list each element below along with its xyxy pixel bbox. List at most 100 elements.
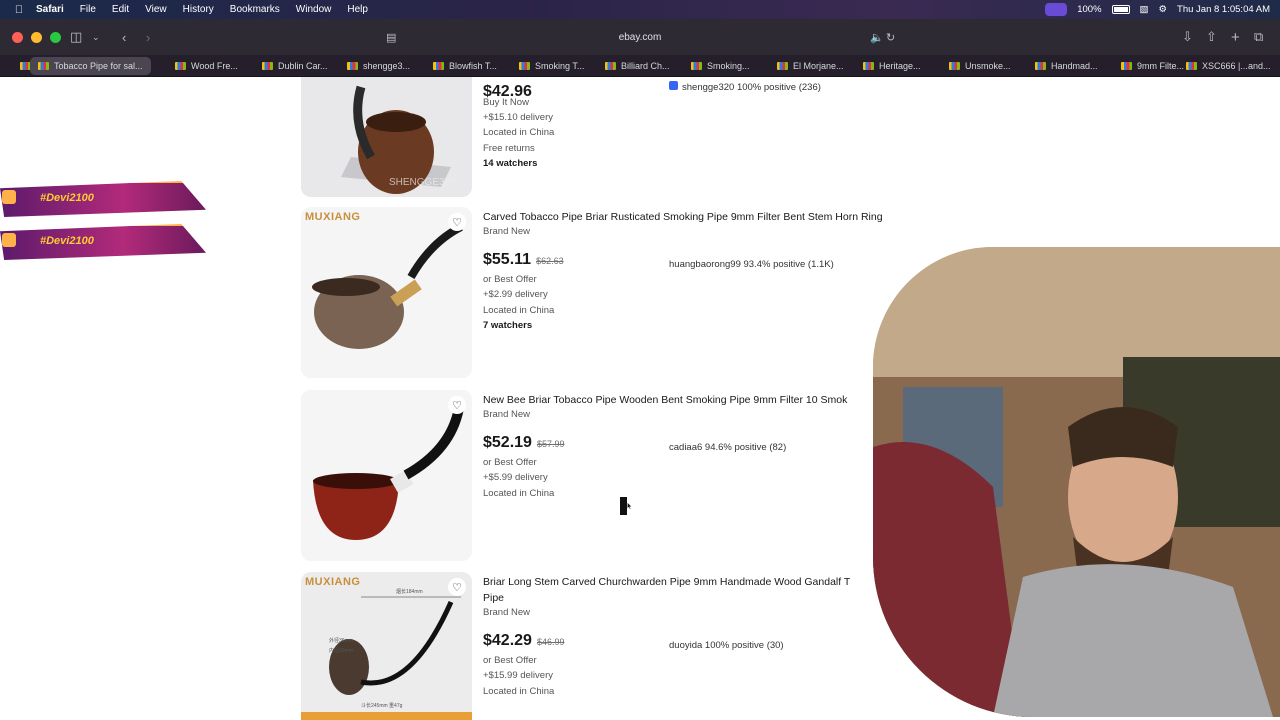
banner-handle: #Devi2100 [40, 192, 94, 204]
close-window-button[interactable] [12, 31, 23, 43]
screen-recording-icon[interactable] [1045, 3, 1068, 16]
macos-menu-bar:  Safari File Edit View History Bookmark… [0, 0, 1280, 19]
ebay-favicon-icon [175, 62, 186, 70]
banner-shape [0, 224, 206, 260]
menu-bookmarks[interactable]: Bookmarks [230, 4, 280, 15]
tab-label: Tobacco Pipe for sal... [54, 61, 143, 71]
sidebar-toggle-icon[interactable]: ◫ [70, 19, 82, 55]
ebay-favicon-icon [949, 62, 960, 70]
ebay-favicon-icon [433, 62, 444, 70]
listing-offer: or Best Offer [483, 655, 537, 666]
tab-item[interactable]: Heritage... [863, 57, 921, 75]
tab-item[interactable]: Billiard Ch... [605, 57, 670, 75]
tab-label: and... [1248, 61, 1271, 71]
chevron-down-icon[interactable]: ⌄ [92, 19, 100, 55]
tab-item[interactable]: and... [1248, 57, 1271, 75]
zoom-window-button[interactable] [50, 31, 61, 43]
listing-title[interactable]: Carved Tobacco Pipe Briar Rusticated Smo… [483, 211, 883, 223]
tab-item[interactable]: Unsmoke... [949, 57, 1011, 75]
listing-price: $42.29 $46.99 [483, 632, 564, 650]
tab-item[interactable]: Handmad... [1035, 57, 1098, 75]
ebay-favicon-icon [863, 62, 874, 70]
dimension-label: 外径36mm [329, 638, 353, 644]
window-controls [12, 31, 61, 43]
tab-label: Handmad... [1051, 61, 1098, 71]
tab-item[interactable]: Smoking... [691, 57, 750, 75]
listing-image[interactable]: SHENGGE320 [301, 77, 472, 197]
apple-icon[interactable]:  [12, 4, 26, 16]
churchwarden-pipe-image [301, 572, 472, 720]
listing-title-line2[interactable]: Pipe [483, 592, 504, 604]
tab-item[interactable]: Blowfish T... [433, 57, 497, 75]
listing-card: ♡ New Bee Briar Tobacco Pipe Wooden Bent… [301, 390, 931, 565]
control-center-icon[interactable]: ⚙ [1159, 4, 1168, 15]
mouse-cursor-icon [620, 497, 632, 515]
tab-item[interactable]: XSC666 |... [1186, 57, 1248, 75]
top-rated-badge-icon [669, 81, 678, 90]
menu-window[interactable]: Window [296, 4, 332, 15]
menu-help[interactable]: Help [347, 4, 368, 15]
wallet-icon[interactable]: ▧ [1140, 4, 1149, 15]
seller-text: shengge320 100% positive (236) [682, 82, 821, 93]
ebay-favicon-icon [519, 62, 530, 70]
listing-location: Located in China [483, 488, 555, 499]
tab-label: Dublin Car... [278, 61, 328, 71]
menu-app-name[interactable]: Safari [36, 4, 64, 15]
menu-history[interactable]: History [183, 4, 214, 15]
tab-label: Wood Fre... [191, 61, 238, 71]
tab-item[interactable]: Dublin Car... [262, 57, 328, 75]
menu-clock[interactable]: Thu Jan 8 1:05:04 AM [1177, 4, 1270, 15]
brand-logo: MUXIANG [305, 576, 361, 588]
watch-heart-icon[interactable]: ♡ [448, 213, 466, 231]
tab-label: Smoking... [707, 61, 750, 71]
listing-image[interactable]: ♡ [301, 390, 472, 561]
ebay-results-page: SHENGGE320 $42.96 Buy It Now +$15.10 del… [0, 77, 1280, 720]
watch-heart-icon[interactable]: ♡ [448, 578, 466, 596]
menu-file[interactable]: File [80, 4, 96, 15]
banner-shape [0, 181, 206, 217]
ebay-favicon-icon [1121, 62, 1132, 70]
listing-seller[interactable]: cadiaa6 94.6% positive (82) [669, 442, 786, 453]
back-button[interactable]: ‹ [122, 19, 126, 55]
address-bar[interactable]: ebay.com [380, 25, 900, 49]
new-tab-button[interactable]: + [1231, 19, 1240, 55]
minimize-window-button[interactable] [31, 31, 42, 43]
tab-bar: Tobacco Pipe for sal... Wood Fre... Dubl… [0, 55, 1280, 77]
listing-seller[interactable]: shengge320 100% positive (236) [669, 81, 821, 93]
rusticated-pipe-image [301, 207, 472, 378]
listing-card: MUXIANG 烟长184mm 外径36mm 内径20mm 斗长245mm 重4… [301, 572, 931, 720]
dimension-label: 烟长184mm [396, 589, 423, 595]
listing-location: Located in China [483, 305, 555, 316]
downloads-icon[interactable]: ⇩ [1182, 19, 1193, 55]
menu-view[interactable]: View [145, 4, 167, 15]
listing-offer: or Best Offer [483, 457, 537, 468]
tab-active[interactable]: Tobacco Pipe for sal... [30, 57, 151, 75]
tab-item[interactable]: 9mm Filte... [1121, 57, 1184, 75]
reload-icon[interactable]: ↻ [886, 19, 895, 55]
listing-seller[interactable]: duoyida 100% positive (30) [669, 640, 784, 651]
listing-title[interactable]: New Bee Briar Tobacco Pipe Wooden Bent S… [483, 394, 847, 406]
tab-label: XSC666 |... [1202, 61, 1248, 71]
forward-button[interactable]: › [146, 19, 150, 55]
tab-item[interactable]: El Morjane... [777, 57, 844, 75]
tab-item[interactable]: Smoking T... [519, 57, 584, 75]
tab-item[interactable]: Wood Fre... [175, 57, 238, 75]
dimension-label: 斗长245mm 重47g [361, 703, 403, 709]
menu-edit[interactable]: Edit [112, 4, 129, 15]
tab-item[interactable]: shengge3... [347, 57, 410, 75]
watch-heart-icon[interactable]: ♡ [448, 396, 466, 414]
ebay-favicon-icon [1186, 62, 1197, 70]
social-handle-banner: #Devi2100 [0, 181, 206, 217]
battery-icon[interactable] [1111, 5, 1130, 14]
red-bent-pipe-image [301, 390, 472, 561]
safari-toolbar: ◫ ⌄ ‹ › ▤ ebay.com 🔈 ↻ ⇩ ⇧ + ⧉ [0, 19, 1280, 55]
tab-overview-icon[interactable]: ⧉ [1254, 19, 1263, 55]
tab-label: El Morjane... [793, 61, 844, 71]
tab-label: shengge3... [363, 61, 411, 71]
audio-playing-icon[interactable]: 🔈 [870, 19, 884, 55]
listing-image[interactable]: MUXIANG 烟长184mm 外径36mm 内径20mm 斗长245mm 重4… [301, 572, 472, 720]
listing-image[interactable]: MUXIANG ♡ [301, 207, 472, 378]
listing-title[interactable]: Briar Long Stem Carved Churchwarden Pipe… [483, 576, 850, 588]
share-icon[interactable]: ⇧ [1206, 19, 1217, 55]
listing-seller[interactable]: huangbaorong99 93.4% positive (1.1K) [669, 259, 834, 270]
